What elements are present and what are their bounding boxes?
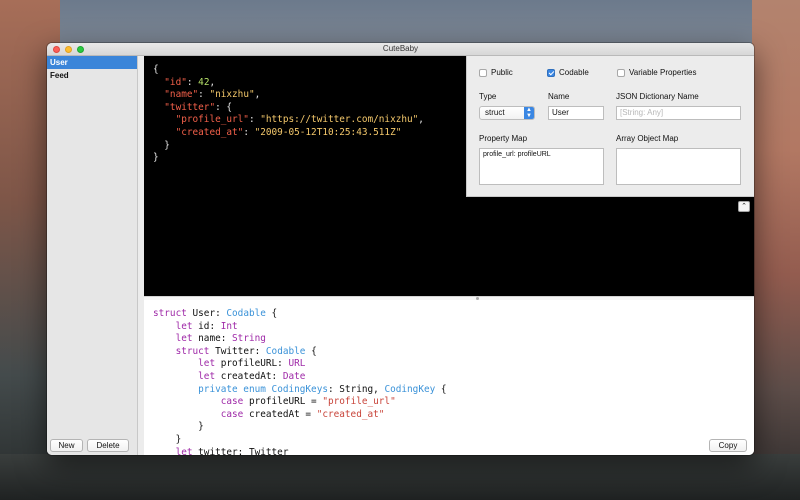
- variable-properties-checkbox[interactable]: Variable Properties: [617, 68, 696, 77]
- window-title: CuteBaby: [382, 44, 419, 53]
- property-map-textarea[interactable]: profile_url: profileURL: [479, 148, 604, 185]
- public-checkbox-box[interactable]: [479, 68, 487, 77]
- public-checkbox[interactable]: Public: [479, 68, 513, 77]
- swift-line: }: [153, 421, 204, 433]
- json-key: "twitter": [153, 101, 216, 113]
- json-line: "twitter": {: [153, 101, 233, 113]
- swift-line: let twitter: Twitter: [175, 446, 289, 455]
- swift-line: }: [153, 433, 182, 445]
- swift-line: struct Twitter: Codable {: [175, 345, 317, 357]
- json-line: {: [153, 64, 159, 75]
- array-object-map-textarea[interactable]: [616, 148, 741, 185]
- public-label: Public: [491, 68, 513, 77]
- json-string: "https://twitter.com/nixzhu": [260, 114, 419, 126]
- json-key: "created_at": [153, 126, 244, 138]
- sidebar-buttons: New Delete: [50, 439, 129, 452]
- json-editor[interactable]: { "id": 42, "name": "nixzhu", "twitter":…: [144, 56, 754, 296]
- sidebar-item-user[interactable]: User: [47, 56, 137, 69]
- json-number: 42: [198, 76, 210, 88]
- type-select[interactable]: struct ▲ ▼: [479, 106, 535, 120]
- json-key: "id": [153, 76, 187, 88]
- json-dictionary-name-field[interactable]: [String: Any]: [616, 106, 741, 120]
- collapse-panel-button[interactable]: ⌃: [738, 201, 750, 212]
- desktop-rock-right: [752, 0, 800, 500]
- type-label: Type: [479, 92, 497, 101]
- app-window: CuteBaby User Feed New Delete { "id": 42…: [47, 43, 754, 455]
- swift-line: let profileURL: URL: [198, 358, 306, 370]
- json-line: "name": "nixzhu",: [153, 89, 261, 101]
- swift-line: private enum CodingKeys: String, CodingK…: [198, 383, 447, 395]
- updown-arrows-icon: ▲ ▼: [524, 107, 534, 119]
- codable-checkbox-box[interactable]: [547, 68, 555, 77]
- property-map-label: Property Map: [479, 134, 528, 143]
- swift-line: struct User: Codable {: [153, 308, 278, 319]
- codable-label: Codable: [559, 68, 589, 77]
- name-field[interactable]: User: [548, 106, 604, 120]
- json-key: "profile_url": [153, 114, 249, 126]
- variable-properties-checkbox-box[interactable]: [617, 68, 625, 77]
- json-line: "profile_url": "https://twitter.com/nixz…: [153, 114, 424, 126]
- json-code[interactable]: { "id": 42, "name": "nixzhu", "twitter":…: [153, 64, 424, 165]
- new-button[interactable]: New: [50, 439, 83, 452]
- json-string: "2009-05-12T10:25:43.511Z": [254, 126, 402, 138]
- json-line: }: [153, 139, 170, 151]
- json-line: }: [153, 152, 159, 164]
- swift-line: let name: String: [175, 333, 266, 345]
- swift-line: case createdAt = "created_at": [220, 408, 385, 420]
- swift-output: struct User: Codable { let id: Int let n…: [144, 300, 754, 455]
- name-label: Name: [548, 92, 570, 101]
- swift-line: let createdAt: Date: [198, 370, 306, 382]
- swift-code[interactable]: struct User: Codable { let id: Int let n…: [153, 308, 447, 455]
- json-dictionary-name-label: JSON Dictionary Name: [616, 92, 699, 101]
- sidebar: User Feed New Delete: [47, 56, 138, 455]
- array-object-map-label: Array Object Map: [616, 134, 679, 143]
- sidebar-item-feed[interactable]: Feed: [47, 69, 137, 82]
- variable-properties-label: Variable Properties: [629, 68, 697, 77]
- json-line: "id": 42,: [153, 76, 216, 88]
- swift-line: case profileURL = "profile_url": [220, 396, 396, 408]
- title-bar[interactable]: CuteBaby: [47, 43, 754, 56]
- swift-line: let id: Int: [175, 320, 238, 332]
- chevron-up-icon: ⌃: [741, 203, 747, 210]
- json-key: "name": [153, 89, 199, 101]
- copy-button[interactable]: Copy: [709, 439, 747, 452]
- json-line: "created_at": "2009-05-12T10:25:43.511Z": [153, 126, 402, 138]
- json-string: "nixzhu": [209, 89, 255, 101]
- codable-checkbox[interactable]: Codable: [547, 68, 589, 77]
- properties-panel: Public Codable Variable Properties Type …: [466, 56, 754, 197]
- delete-button[interactable]: Delete: [87, 439, 129, 452]
- desktop-hill: [0, 454, 800, 500]
